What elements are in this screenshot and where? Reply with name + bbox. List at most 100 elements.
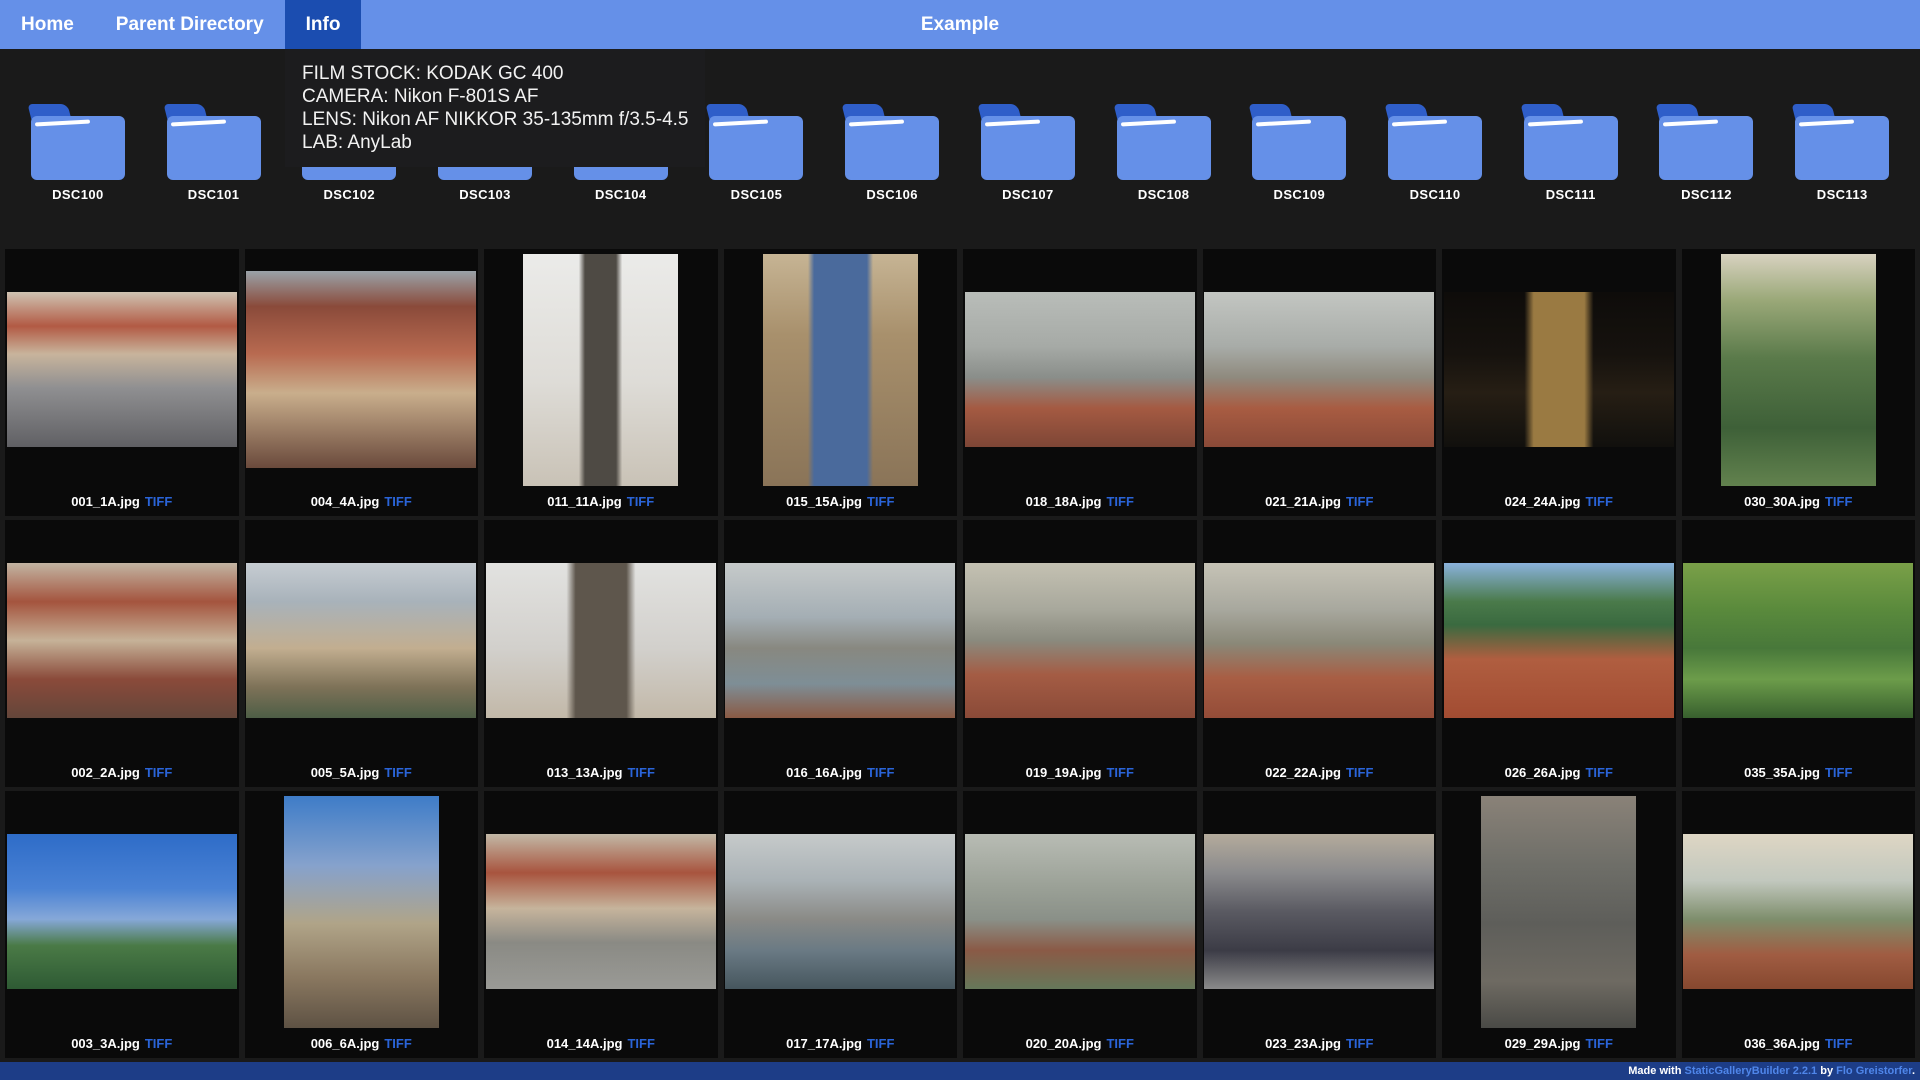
tiff-link[interactable]: TIFF <box>145 1036 172 1051</box>
info-line: LAB: AnyLab <box>302 131 688 154</box>
tiff-link[interactable]: TIFF <box>384 1036 411 1051</box>
folder-item-dsc110[interactable]: DSC110 <box>1367 104 1503 202</box>
photo-thumbnail[interactable] <box>725 563 955 718</box>
photo-thumbnail[interactable] <box>284 796 439 1028</box>
photo-thumbnail[interactable] <box>1444 563 1674 718</box>
info-line: FILM STOCK: KODAK GC 400 <box>302 62 688 85</box>
photo-caption: 015_15A.jpg TIFF <box>786 490 894 516</box>
nav-item-info[interactable]: Info <box>285 0 362 49</box>
folder-item-dsc111[interactable]: DSC111 <box>1503 104 1639 202</box>
tiff-link[interactable]: TIFF <box>867 765 894 780</box>
tiff-link[interactable]: TIFF <box>627 1036 654 1051</box>
photo-filename[interactable]: 036_36A.jpg <box>1744 1036 1820 1051</box>
photo-thumbnail[interactable] <box>965 834 1195 989</box>
tiff-link[interactable]: TIFF <box>627 765 654 780</box>
footer-builder-link[interactable]: StaticGalleryBuilder 2.2.1 <box>1685 1065 1818 1077</box>
photo-thumbnail[interactable] <box>965 563 1195 718</box>
thumbnail-area <box>484 791 718 1032</box>
photo-thumbnail[interactable] <box>486 834 716 989</box>
tiff-link[interactable]: TIFF <box>384 494 411 509</box>
tiff-link[interactable]: TIFF <box>145 494 172 509</box>
photo-thumbnail[interactable] <box>763 254 918 486</box>
photo-thumbnail[interactable] <box>965 292 1195 447</box>
photo-filename[interactable]: 015_15A.jpg <box>786 494 862 509</box>
nav-item-home[interactable]: Home <box>0 0 95 49</box>
tiff-link[interactable]: TIFF <box>145 765 172 780</box>
tiff-link[interactable]: TIFF <box>1825 1036 1852 1051</box>
photo-thumbnail[interactable] <box>1481 796 1636 1028</box>
photo-filename[interactable]: 024_24A.jpg <box>1505 494 1581 509</box>
photo-thumbnail[interactable] <box>1721 254 1876 486</box>
thumbnail-area <box>5 520 239 761</box>
folder-item-dsc100[interactable]: DSC100 <box>10 104 146 202</box>
photo-filename[interactable]: 013_13A.jpg <box>547 765 623 780</box>
photo-thumbnail[interactable] <box>7 563 237 718</box>
photo-filename[interactable]: 001_1A.jpg <box>71 494 140 509</box>
photo-filename[interactable]: 003_3A.jpg <box>71 1036 140 1051</box>
photo-filename[interactable]: 029_29A.jpg <box>1505 1036 1581 1051</box>
photo-filename[interactable]: 030_30A.jpg <box>1744 494 1820 509</box>
photo-filename[interactable]: 006_6A.jpg <box>311 1036 380 1051</box>
photo-filename[interactable]: 016_16A.jpg <box>786 765 862 780</box>
photo-filename[interactable]: 004_4A.jpg <box>311 494 380 509</box>
photo-thumbnail[interactable] <box>725 834 955 989</box>
tiff-link[interactable]: TIFF <box>867 1036 894 1051</box>
gallery-cell: 005_5A.jpg TIFF <box>245 520 479 787</box>
folder-item-dsc112[interactable]: DSC112 <box>1639 104 1775 202</box>
photo-filename[interactable]: 018_18A.jpg <box>1026 494 1102 509</box>
photo-filename[interactable]: 035_35A.jpg <box>1744 765 1820 780</box>
tiff-link[interactable]: TIFF <box>1585 765 1612 780</box>
folder-icon <box>1388 116 1482 180</box>
nav-item-parent-directory[interactable]: Parent Directory <box>95 0 285 49</box>
photo-filename[interactable]: 022_22A.jpg <box>1265 765 1341 780</box>
tiff-link[interactable]: TIFF <box>384 765 411 780</box>
tiff-link[interactable]: TIFF <box>1106 494 1133 509</box>
photo-filename[interactable]: 014_14A.jpg <box>547 1036 623 1051</box>
photo-filename[interactable]: 023_23A.jpg <box>1265 1036 1341 1051</box>
tiff-link[interactable]: TIFF <box>1346 765 1373 780</box>
tiff-link[interactable]: TIFF <box>1106 765 1133 780</box>
tiff-link[interactable]: TIFF <box>1585 1036 1612 1051</box>
photo-filename[interactable]: 002_2A.jpg <box>71 765 140 780</box>
tiff-link[interactable]: TIFF <box>1346 1036 1373 1051</box>
photo-thumbnail[interactable] <box>7 292 237 447</box>
tiff-link[interactable]: TIFF <box>1825 765 1852 780</box>
photo-thumbnail[interactable] <box>486 563 716 718</box>
tiff-link[interactable]: TIFF <box>1585 494 1612 509</box>
photo-filename[interactable]: 005_5A.jpg <box>311 765 380 780</box>
photo-thumbnail[interactable] <box>1683 834 1913 989</box>
folder-body-shape <box>709 116 803 180</box>
tiff-link[interactable]: TIFF <box>627 494 654 509</box>
tiff-link[interactable]: TIFF <box>867 494 894 509</box>
folder-item-dsc107[interactable]: DSC107 <box>960 104 1096 202</box>
photo-filename[interactable]: 019_19A.jpg <box>1026 765 1102 780</box>
photo-thumbnail[interactable] <box>1204 834 1434 989</box>
gallery-cell: 030_30A.jpg TIFF <box>1682 249 1916 516</box>
folder-item-dsc108[interactable]: DSC108 <box>1096 104 1232 202</box>
tiff-link[interactable]: TIFF <box>1106 1036 1133 1051</box>
photo-thumbnail[interactable] <box>246 563 476 718</box>
photo-filename[interactable]: 026_26A.jpg <box>1505 765 1581 780</box>
photo-filename[interactable]: 017_17A.jpg <box>786 1036 862 1051</box>
photo-filename[interactable]: 011_11A.jpg <box>547 494 621 509</box>
footer-author-link[interactable]: Flo Greistorfer <box>1836 1065 1912 1077</box>
photo-thumbnail[interactable] <box>246 271 476 468</box>
photo-thumbnail[interactable] <box>1683 563 1913 718</box>
folder-item-dsc109[interactable]: DSC109 <box>1231 104 1367 202</box>
tiff-link[interactable]: TIFF <box>1346 494 1373 509</box>
thumbnail-area <box>5 249 239 490</box>
tiff-link[interactable]: TIFF <box>1825 494 1852 509</box>
photo-filename[interactable]: 021_21A.jpg <box>1265 494 1341 509</box>
photo-thumbnail[interactable] <box>523 254 678 486</box>
photo-thumbnail[interactable] <box>1444 292 1674 447</box>
photo-thumbnail[interactable] <box>1204 292 1434 447</box>
thumbnail-area <box>245 249 479 490</box>
folder-item-dsc101[interactable]: DSC101 <box>146 104 282 202</box>
folder-item-dsc113[interactable]: DSC113 <box>1774 104 1910 202</box>
folder-item-dsc105[interactable]: DSC105 <box>689 104 825 202</box>
folder-item-dsc106[interactable]: DSC106 <box>824 104 960 202</box>
photo-thumbnail[interactable] <box>1204 563 1434 718</box>
folder-label: DSC103 <box>417 187 553 202</box>
photo-filename[interactable]: 020_20A.jpg <box>1026 1036 1102 1051</box>
photo-thumbnail[interactable] <box>7 834 237 989</box>
